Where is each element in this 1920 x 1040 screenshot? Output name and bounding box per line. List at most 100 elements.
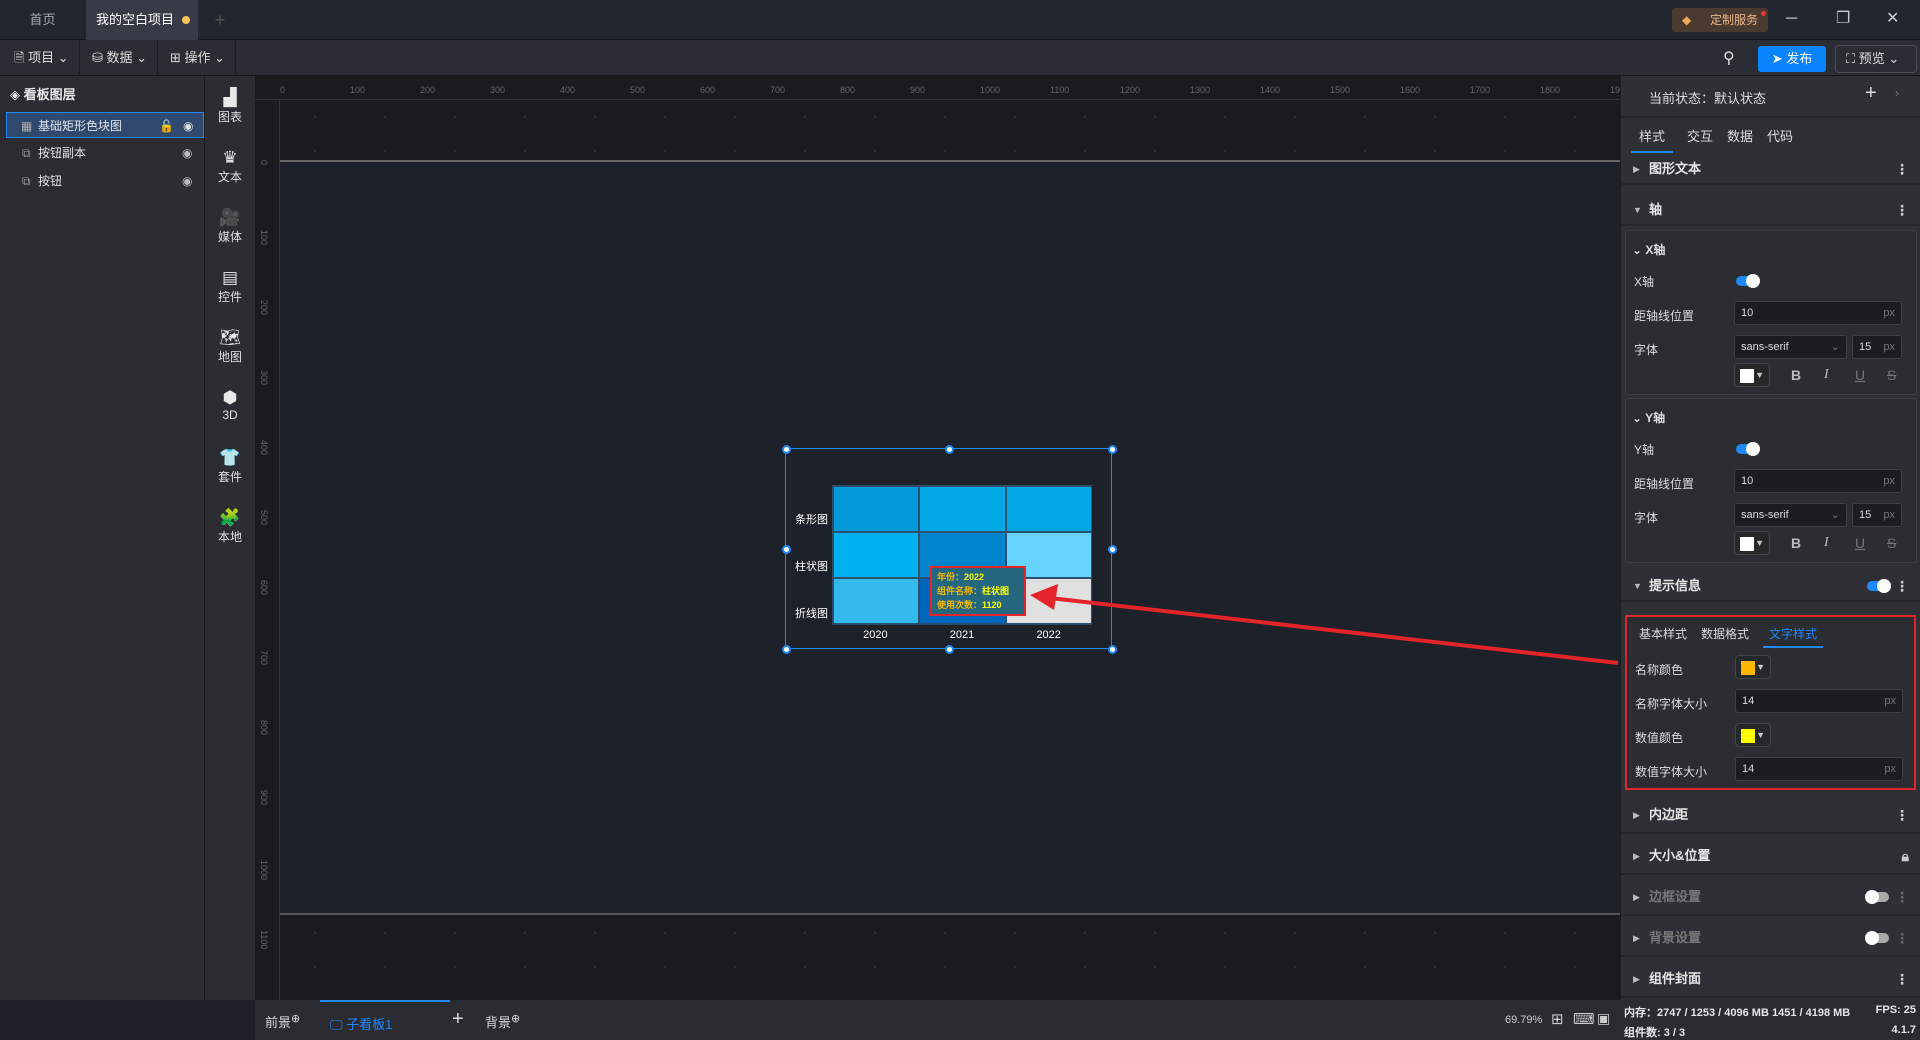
component-local[interactable]: 🧩 本地: [205, 508, 255, 545]
layer-item[interactable]: ▦ 基础矩形色块图 🔓 ◉: [6, 112, 204, 138]
heatmap-cell[interactable]: [833, 532, 920, 578]
resize-handle[interactable]: [945, 645, 954, 654]
section-cover[interactable]: ▶ 组件封面 ⋮: [1621, 960, 1920, 998]
component-media[interactable]: 🎥 媒体: [205, 208, 255, 245]
more-icon[interactable]: ⋮: [1895, 194, 1909, 226]
component-map[interactable]: 🗺 地图: [205, 328, 255, 365]
tab-code[interactable]: 代码: [1767, 126, 1793, 153]
restore-button[interactable]: ❐: [1836, 8, 1850, 28]
lock-icon[interactable]: 🔒︎: [1902, 837, 1909, 875]
strikethrough-button[interactable]: S: [1887, 367, 1896, 383]
name-size-input[interactable]: 14 px: [1735, 689, 1903, 713]
x-font-color-picker[interactable]: ▼: [1734, 363, 1770, 387]
y-font-select[interactable]: sans-serif ⌄: [1734, 503, 1847, 527]
component-control[interactable]: ▤ 控件: [205, 268, 255, 305]
add-circle-icon[interactable]: ⊕: [291, 1013, 300, 1025]
y-axis-toggle[interactable]: [1736, 442, 1760, 456]
tab-home[interactable]: 首页: [0, 0, 85, 40]
component-text[interactable]: ♛ 文本: [205, 148, 255, 185]
resize-handle[interactable]: [1108, 445, 1117, 454]
foreground-tab[interactable]: 前景⊕: [265, 1012, 300, 1031]
preview-button[interactable]: ⛶ 预览 ⌄: [1835, 45, 1917, 73]
underline-button[interactable]: U: [1855, 367, 1865, 383]
value-color-picker[interactable]: ▼: [1735, 723, 1771, 747]
minimize-button[interactable]: ─: [1786, 10, 1797, 28]
section-size-position[interactable]: ▶ 大小&位置 🔒︎: [1621, 837, 1920, 875]
tab-interaction[interactable]: 交互: [1687, 126, 1713, 153]
component-3d[interactable]: ⬢ 3D: [205, 388, 255, 422]
zoom-level[interactable]: 69.79%: [1505, 1014, 1542, 1026]
more-icon[interactable]: ⋮: [1895, 919, 1909, 957]
add-circle-icon[interactable]: ⊕: [511, 1013, 520, 1025]
resize-handle[interactable]: [782, 645, 791, 654]
fit-screen-icon[interactable]: ⊞: [1551, 1010, 1564, 1028]
y-font-size-input[interactable]: 15 px: [1852, 503, 1902, 527]
tab-data[interactable]: 数据: [1727, 126, 1753, 153]
eye-icon[interactable]: ◉: [183, 113, 193, 139]
resize-handle[interactable]: [1108, 545, 1117, 554]
section-background[interactable]: ▶ 背景设置 ⋮: [1621, 919, 1920, 957]
add-board-button[interactable]: +: [452, 1008, 464, 1031]
resize-handle[interactable]: [1108, 645, 1117, 654]
search-icon[interactable]: ⚲: [1723, 48, 1735, 68]
unlock-icon[interactable]: 🔓: [159, 113, 174, 139]
tab-style[interactable]: 样式: [1631, 126, 1674, 153]
data-menu[interactable]: ⛁ 数据 ⌄: [82, 40, 159, 76]
layer-item[interactable]: ⧉ 按钮副本 ◉: [6, 140, 204, 166]
italic-button[interactable]: I: [1824, 535, 1829, 551]
bold-button[interactable]: B: [1791, 367, 1801, 383]
more-icon[interactable]: ⋮: [1895, 153, 1909, 185]
section-axis[interactable]: ▼ 轴 ⋮: [1621, 194, 1920, 226]
more-icon[interactable]: ⋮: [1895, 796, 1909, 834]
x-distance-input[interactable]: 10 px: [1734, 301, 1902, 325]
heatmap-cell[interactable]: [919, 486, 1006, 532]
y-font-color-picker[interactable]: ▼: [1734, 531, 1770, 555]
horizontal-ruler[interactable]: 0 100 200 300 400 500 600 700 800 900 1000 1100 1200…: [255, 76, 1630, 100]
subtab-text-style[interactable]: 文字样式: [1763, 625, 1824, 648]
subtab-data-format[interactable]: 数据格式: [1701, 625, 1749, 648]
keyboard-icon[interactable]: ⌨: [1573, 1010, 1595, 1028]
more-icon[interactable]: ⋮: [1895, 570, 1909, 602]
y-axis-group-title[interactable]: ⌄ Y轴: [1632, 409, 1665, 426]
border-toggle[interactable]: [1865, 890, 1889, 904]
eye-hidden-icon[interactable]: ◉: [182, 140, 192, 166]
strikethrough-button[interactable]: S: [1887, 535, 1896, 551]
italic-button[interactable]: I: [1824, 367, 1829, 383]
close-button[interactable]: ✕: [1886, 8, 1899, 28]
background-toggle[interactable]: [1865, 931, 1889, 945]
component-kit[interactable]: 👕 套件: [205, 448, 255, 485]
subtab-basic-style[interactable]: 基本样式: [1639, 625, 1687, 648]
x-font-size-input[interactable]: 15 px: [1852, 335, 1902, 359]
project-menu[interactable]: 🗎 项目 ⌄: [4, 40, 80, 76]
eye-hidden-icon[interactable]: ◉: [182, 168, 192, 194]
section-tooltip[interactable]: ▼ 提示信息 ⋮: [1621, 570, 1920, 602]
section-padding[interactable]: ▶ 内边距 ⋮: [1621, 796, 1920, 834]
underline-button[interactable]: U: [1855, 535, 1865, 551]
operation-menu[interactable]: ⊞ 操作 ⌄: [160, 40, 237, 76]
tooltip-toggle[interactable]: [1867, 579, 1891, 593]
component-chart[interactable]: ▟ 图表: [205, 88, 255, 125]
more-icon[interactable]: ⋮: [1895, 878, 1909, 916]
x-axis-group-title[interactable]: ⌄ X轴: [1632, 241, 1665, 258]
section-border[interactable]: ▶ 边框设置 ⋮: [1621, 878, 1920, 916]
heatmap-cell[interactable]: [1005, 486, 1092, 532]
heatmap-cell[interactable]: [833, 486, 920, 532]
tab-project[interactable]: 我的空白项目: [86, 0, 198, 40]
heatmap-cell[interactable]: [833, 578, 920, 624]
layer-item[interactable]: ⧉ 按钮 ◉: [6, 168, 204, 194]
add-state-button[interactable]: +: [1865, 82, 1877, 105]
x-axis-toggle[interactable]: [1736, 274, 1760, 288]
selected-chart-component[interactable]: 条形图 柱状图 折线图 2020 2021 2022 年份：2022 组件名称：…: [782, 445, 1117, 654]
custom-service-button[interactable]: ◆ 定制服务: [1672, 8, 1768, 32]
name-color-picker[interactable]: ▼: [1735, 655, 1771, 679]
chevron-right-icon[interactable]: ›: [1895, 86, 1899, 100]
resize-handle[interactable]: [782, 445, 791, 454]
publish-button[interactable]: ➤ 发布: [1758, 46, 1826, 72]
resize-handle[interactable]: [945, 445, 954, 454]
vertical-ruler[interactable]: 0 100 200 300 400 500 600 700 800 900 1000 1100: [255, 100, 280, 1000]
add-tab-button[interactable]: +: [205, 0, 235, 40]
terminal-icon[interactable]: ▣: [1597, 1010, 1610, 1027]
bold-button[interactable]: B: [1791, 535, 1801, 551]
y-distance-input[interactable]: 10 px: [1734, 469, 1902, 493]
more-icon[interactable]: ⋮: [1895, 960, 1909, 998]
